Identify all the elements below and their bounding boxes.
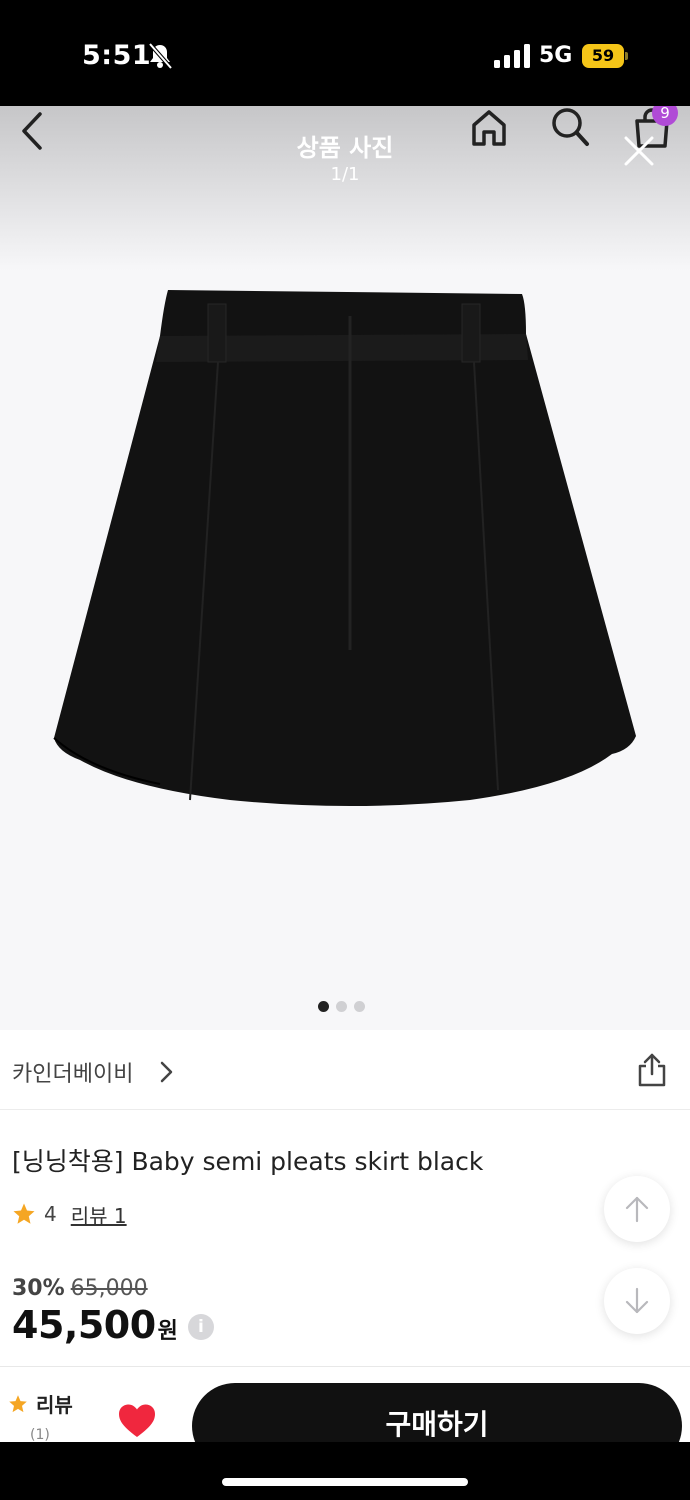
- buy-button[interactable]: 구매하기: [192, 1383, 682, 1442]
- close-icon[interactable]: [622, 134, 656, 168]
- home-indicator-area: [0, 1442, 690, 1500]
- status-bar: 5:51 5G 59: [0, 0, 690, 106]
- arrow-down-icon: [625, 1287, 649, 1314]
- review-link[interactable]: 리뷰 1: [71, 1200, 127, 1229]
- scroll-down-button[interactable]: [604, 1268, 670, 1334]
- signal-icon: [494, 44, 530, 68]
- chevron-right-icon[interactable]: [158, 1060, 174, 1084]
- bell-muted-icon: [148, 42, 173, 70]
- price-block: 30% 65,000 45,500 원 i: [12, 1276, 214, 1347]
- back-icon[interactable]: [18, 110, 48, 152]
- carousel-dot[interactable]: [336, 1001, 347, 1012]
- sale-price: 45,500: [12, 1303, 156, 1347]
- carousel-dots: [318, 1001, 365, 1013]
- original-price: 65,000: [70, 1276, 148, 1301]
- discount-rate: 30%: [12, 1276, 65, 1301]
- rating-value: 4: [44, 1202, 57, 1226]
- bottom-review-count: (1): [30, 1427, 50, 1442]
- product-image-gallery[interactable]: 9 상품 사진 1/1: [0, 106, 690, 1030]
- product-title: [닝닝착용] Baby semi pleats skirt black: [12, 1147, 484, 1176]
- search-icon[interactable]: [550, 106, 590, 148]
- share-icon[interactable]: [636, 1052, 668, 1088]
- home-icon[interactable]: [470, 108, 508, 148]
- product-image[interactable]: [50, 290, 640, 810]
- carousel-dot[interactable]: [354, 1001, 365, 1012]
- battery-indicator: 59: [582, 44, 628, 68]
- star-icon: [13, 1203, 35, 1224]
- status-time: 5:51: [82, 40, 152, 71]
- page-title: 상품 사진: [296, 134, 394, 162]
- brand-name[interactable]: 카인더베이비: [12, 1056, 133, 1088]
- bottom-review-label: 리뷰: [36, 1393, 73, 1417]
- rating-row: 4 리뷰 1: [12, 1200, 127, 1228]
- discount-row: 30% 65,000: [12, 1276, 214, 1301]
- battery-cap: [625, 52, 628, 60]
- scroll-up-button[interactable]: [604, 1176, 670, 1242]
- home-indicator[interactable]: [222, 1478, 468, 1486]
- currency-label: 원: [157, 1319, 178, 1344]
- brand-row[interactable]: 카인더베이비: [0, 1030, 690, 1110]
- star-icon: [9, 1394, 27, 1412]
- bottom-review-button[interactable]: 리뷰: [8, 1389, 73, 1418]
- image-counter: 1/1: [330, 164, 360, 185]
- info-icon[interactable]: i: [187, 1314, 214, 1340]
- product-screen: 9 상품 사진 1/1 카인더베이비 [닝닝착용] Baby semi plea…: [0, 106, 690, 1442]
- carousel-dot[interactable]: [318, 1001, 329, 1012]
- battery-level: 59: [582, 44, 624, 68]
- arrow-up-icon: [625, 1196, 649, 1223]
- network-label: 5G: [539, 43, 573, 68]
- heart-icon[interactable]: [117, 1403, 157, 1439]
- bottom-action-bar: 리뷰 (1) 구매하기: [0, 1366, 690, 1442]
- sale-row: 45,500 원 i: [12, 1303, 214, 1347]
